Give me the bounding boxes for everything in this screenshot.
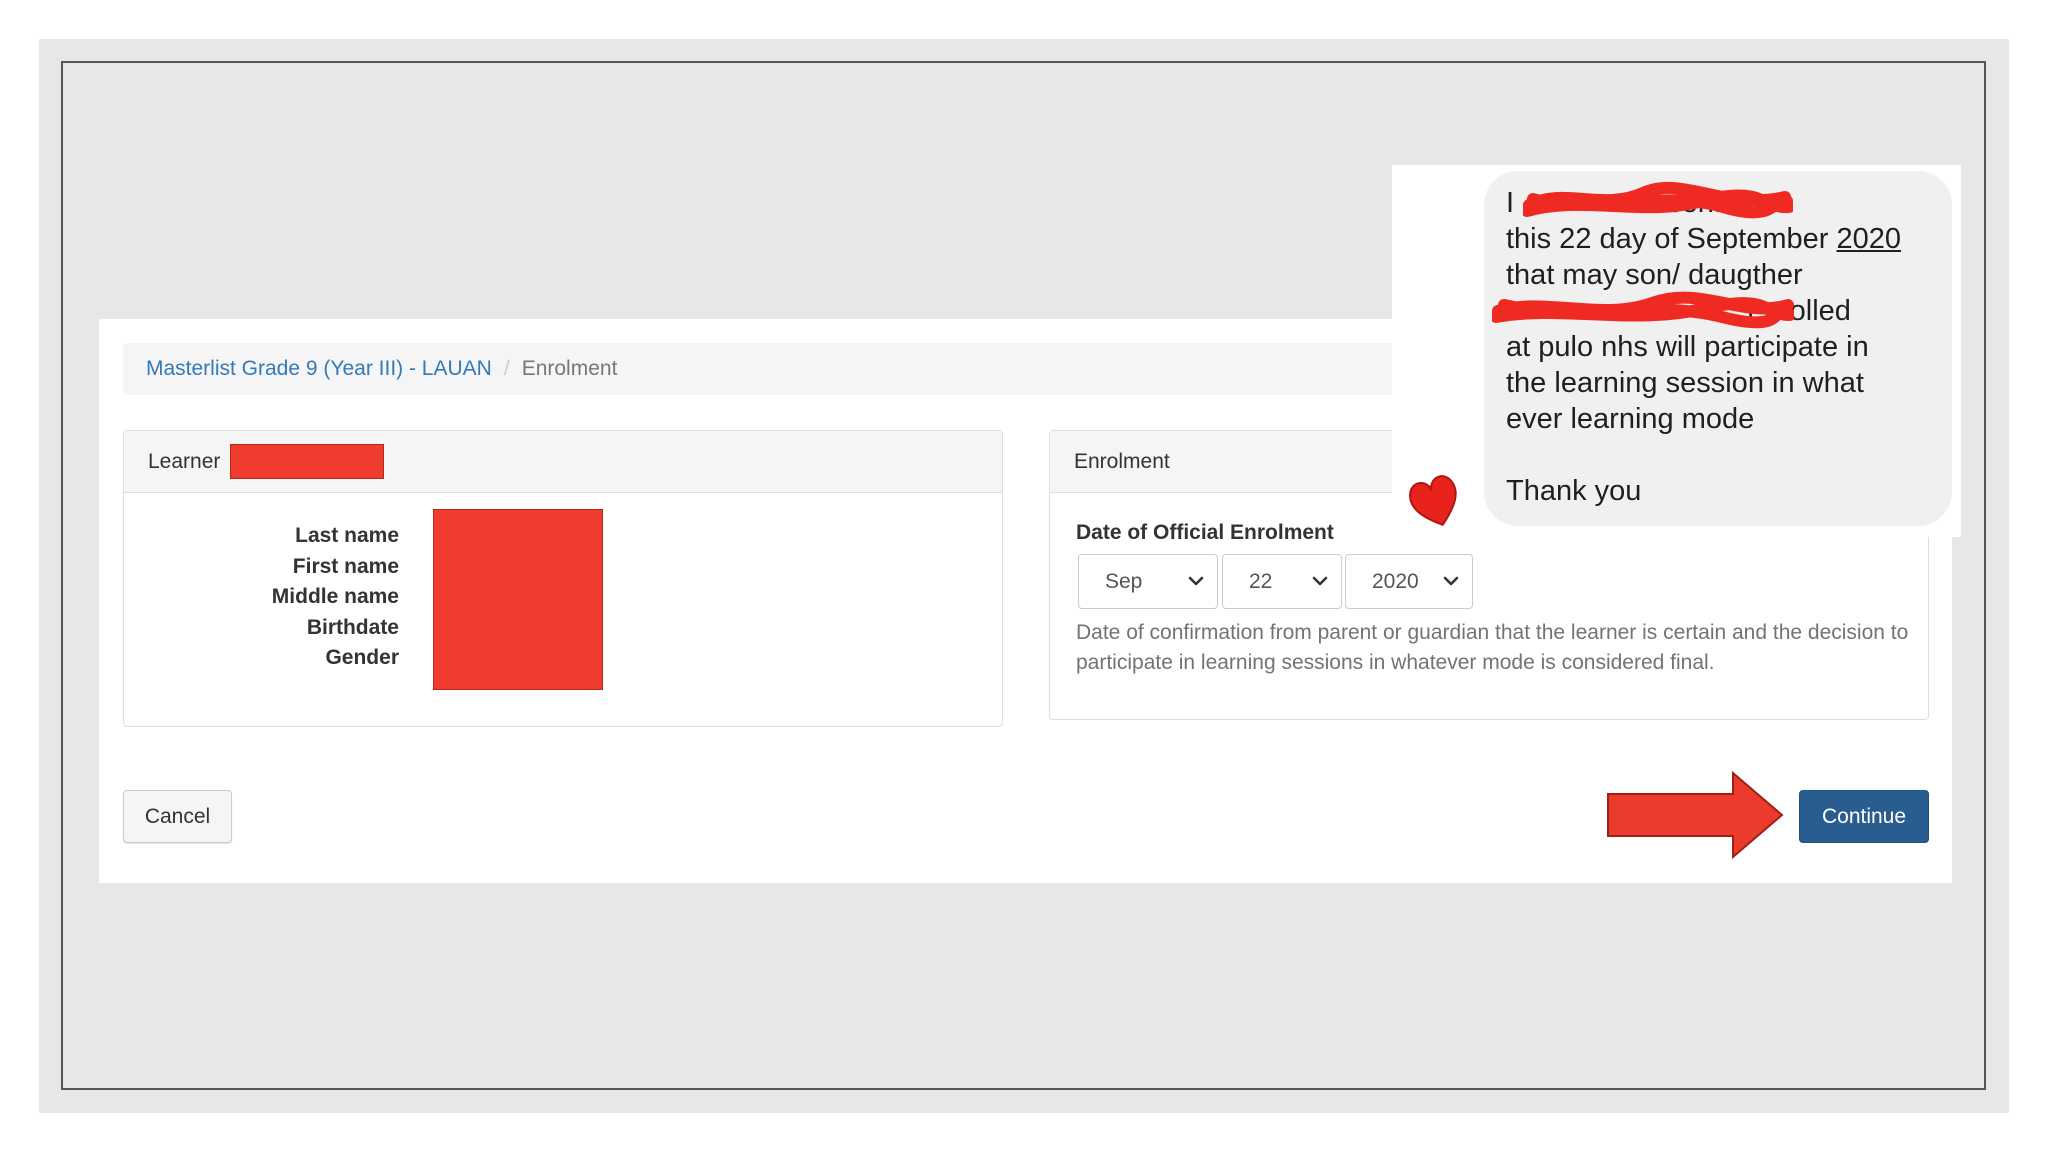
first-name-label: First name: [292, 554, 399, 578]
birthdate-label: Birthdate: [306, 615, 399, 639]
gender-label: Gender: [325, 646, 399, 669]
day-select-value: 22: [1249, 570, 1273, 593]
cancel-button[interactable]: Cancel: [123, 790, 232, 843]
enrolment-header-label: Enrolment: [1074, 450, 1170, 473]
learner-card-header: Learner: [124, 431, 1002, 493]
chat-line-8: Thank you: [1506, 475, 1642, 507]
chevron-down-icon: [1443, 576, 1459, 586]
learner-header-label: Learner: [148, 450, 221, 473]
redacted-learner-details: [433, 509, 603, 690]
chat-line-6: the learning session in what: [1506, 367, 1864, 399]
date-of-enrolment-label: Date of Official Enrolment: [1076, 521, 1334, 544]
month-select-value: Sep: [1105, 570, 1143, 593]
learner-field-labels: Last name First name Middle name Birthda…: [272, 521, 399, 674]
redaction-scribble-child-name: [1492, 291, 1794, 329]
chat-line-5: at pulo nhs will participate in: [1506, 331, 1869, 363]
month-select[interactable]: Sep: [1078, 554, 1218, 609]
year-select-value: 2020: [1372, 570, 1419, 593]
chevron-down-icon: [1188, 576, 1204, 586]
continue-button[interactable]: Continue: [1799, 790, 1929, 843]
chat-line-7: ever learning mode: [1506, 403, 1755, 435]
last-name-label: Last name: [295, 524, 399, 547]
redaction-scribble-name: [1523, 181, 1793, 219]
middle-name-label: Middle name: [271, 585, 399, 608]
day-select[interactable]: 22: [1222, 554, 1342, 609]
chat-message-text: I confirms this 22 day of September 2020…: [1506, 185, 1946, 509]
chat-message-overlay: I confirms this 22 day of September 2020…: [1392, 165, 1961, 537]
redacted-learner-name: [230, 444, 384, 479]
chat-line-2-start: this 22 day of September: [1506, 223, 1837, 255]
chat-line-1-start: I: [1506, 187, 1515, 219]
enrolment-help-text: Date of confirmation from parent or guar…: [1076, 621, 1909, 674]
chat-line-2-year: 2020: [1836, 223, 1901, 255]
year-select[interactable]: 2020: [1345, 554, 1473, 609]
heart-reaction-icon: [1409, 475, 1457, 526]
annotation-arrow-icon: [1607, 770, 1784, 860]
chevron-down-icon: [1312, 576, 1328, 586]
breadcrumb-separator: /: [503, 357, 510, 380]
breadcrumb-masterlist-link[interactable]: Masterlist Grade 9 (Year III) - LAUAN: [146, 357, 492, 380]
learner-card: Learner Last name First name Middle name…: [123, 430, 1003, 727]
chat-line-3: that may son/ daugther: [1506, 259, 1803, 291]
breadcrumb-current: Enrolment: [521, 357, 618, 380]
